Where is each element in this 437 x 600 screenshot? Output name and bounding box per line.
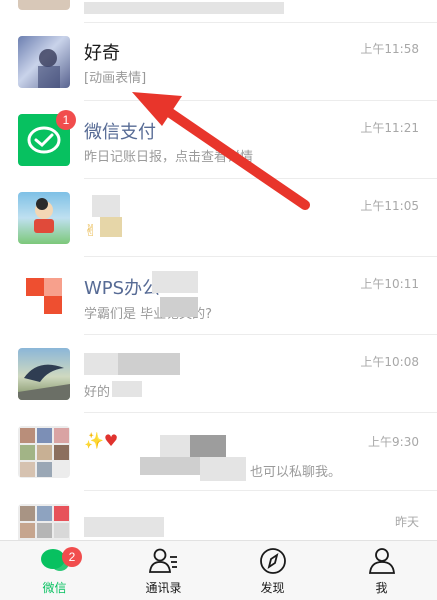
chat-preview: 好的	[84, 385, 111, 400]
compass-icon	[259, 548, 286, 574]
chat-time: 上午11:21	[360, 121, 419, 135]
chat-time: 上午11:05	[360, 199, 419, 213]
chat-time: 上午10:11	[360, 277, 419, 291]
chat-name: 微信支付	[84, 122, 156, 143]
blurred-name	[84, 517, 164, 537]
chat-time: 上午11:58	[360, 42, 419, 56]
tab-label: 发现	[260, 581, 285, 595]
blurred-name	[118, 353, 180, 375]
chat-name: 好奇	[84, 43, 120, 64]
wps-avatar	[18, 270, 70, 322]
sparkle-heart-emoji: ✨♥	[84, 431, 119, 450]
chat-row[interactable]	[0, 0, 437, 23]
chat-preview: 也可以私聊我。	[250, 465, 342, 480]
chat-name: WPS办公	[84, 278, 161, 299]
tab-label: 我	[375, 581, 388, 595]
tab-contacts[interactable]: 通讯录	[109, 541, 218, 600]
avatar	[18, 348, 70, 400]
chat-row-wechat-pay[interactable]: 1 微信支付 昨日记账日报，点击查看详情 上午11:21	[0, 101, 437, 179]
tab-discover[interactable]: 发现	[218, 541, 327, 600]
group-avatar	[18, 426, 70, 478]
emoji-hands: ✌	[84, 221, 98, 240]
blurred-text	[92, 195, 120, 217]
bottom-tab-bar: 2 微信 通讯录 发现 我	[0, 540, 437, 600]
blurred-text	[152, 271, 198, 293]
blurred-text	[140, 457, 200, 475]
blurred-name	[190, 435, 226, 457]
blurred-text	[160, 297, 198, 317]
unread-badge: 1	[56, 110, 76, 130]
avatar	[18, 36, 70, 88]
tab-me[interactable]: 我	[327, 541, 436, 600]
chat-preview: [动画表情]	[84, 71, 147, 86]
wps-logo-icon	[26, 278, 62, 314]
chat-row-group[interactable]: ✨♥ 也可以私聊我。 上午9:30	[0, 413, 437, 491]
tab-label: 通讯录	[145, 581, 182, 595]
avatar	[18, 0, 70, 10]
tab-label: 微信	[42, 581, 67, 595]
chat-time: 上午9:30	[368, 435, 419, 449]
blurred-text	[200, 457, 246, 481]
blurred-text	[84, 2, 284, 14]
chat-row-group[interactable]: 昨天	[0, 491, 437, 540]
chat-row-haoqi[interactable]: 好奇 [动画表情] 上午11:58	[0, 23, 437, 101]
chat-row-wps[interactable]: WPS办公 学霸们是 毕业论文的? 上午10:11	[0, 257, 437, 335]
blurred-name	[160, 435, 190, 457]
avatar	[18, 192, 70, 244]
person-icon	[368, 548, 395, 574]
chat-time: 昨天	[394, 515, 419, 529]
contacts-icon	[148, 548, 177, 573]
tab-badge: 2	[62, 547, 82, 567]
blurred-name	[84, 353, 118, 375]
chat-row[interactable]: 好的 上午10:08	[0, 335, 437, 413]
chat-row[interactable]: ✌ 上午11:05	[0, 179, 437, 257]
group-avatar	[18, 504, 70, 540]
chat-list: 好奇 [动画表情] 上午11:58 1 微信支付 昨日记账日报，点击查看详情 上…	[0, 0, 437, 540]
chat-time: 上午10:08	[360, 355, 419, 369]
blurred-text	[112, 381, 142, 397]
tab-chats[interactable]: 2 微信	[0, 541, 109, 600]
chat-preview: 昨日记账日报，点击查看详情	[84, 150, 254, 165]
blurred-text	[100, 217, 122, 237]
